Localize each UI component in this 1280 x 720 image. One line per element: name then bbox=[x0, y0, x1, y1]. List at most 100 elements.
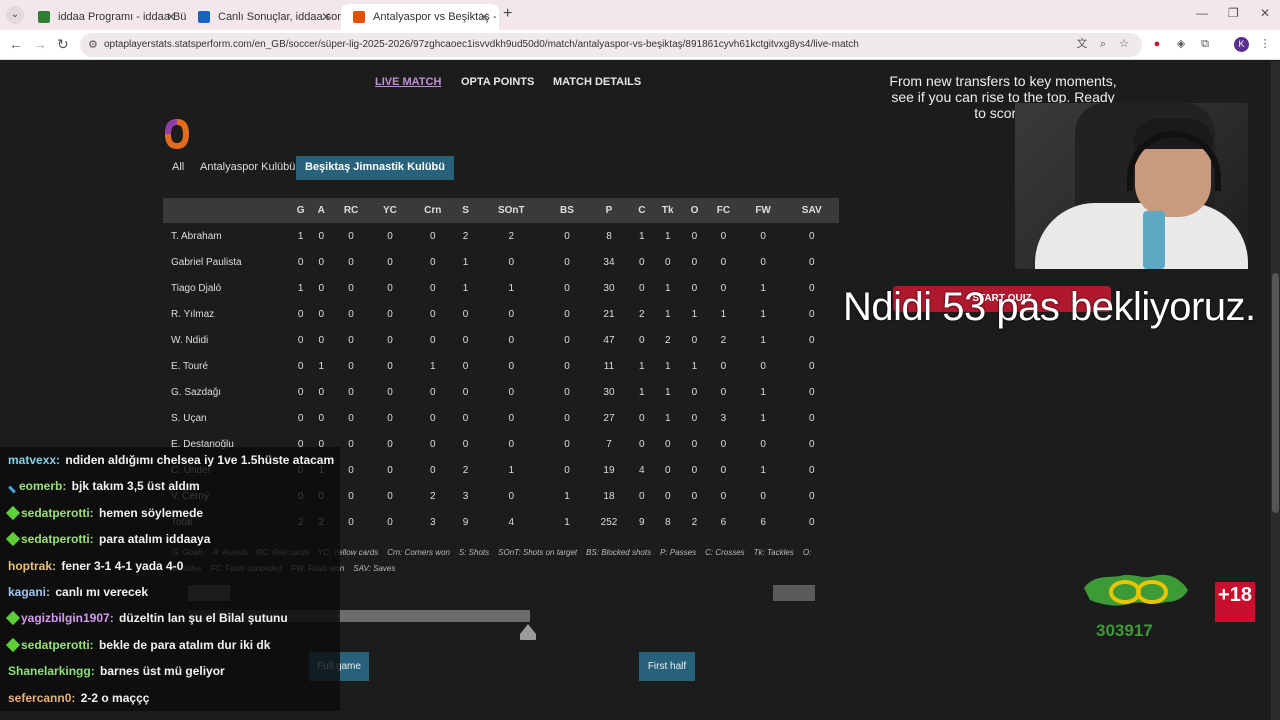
chat-message: sedatperotti: hemen söylemede bbox=[0, 499, 340, 527]
column-header[interactable]: P bbox=[586, 198, 632, 223]
stat-cell: 0 bbox=[387, 256, 393, 268]
address-bar[interactable]: ⚙ optaplayerstats.statsperform.com/en_GB… bbox=[80, 33, 1142, 57]
stat-cell: 0 bbox=[508, 308, 515, 320]
stat-cell: 0 bbox=[348, 282, 354, 294]
column-header[interactable]: SAV bbox=[784, 198, 839, 223]
legend-item: SAV: Saves bbox=[353, 564, 396, 573]
chat-username[interactable]: matvexx: bbox=[8, 453, 60, 467]
close-tab-icon[interactable]: ✕ bbox=[321, 10, 331, 24]
slider-right-box[interactable] bbox=[773, 585, 815, 601]
tab-antalyaspor-besiktas[interactable]: Antalyaspor vs Beşiktaş - 8 Nov ✕ bbox=[341, 4, 499, 30]
extensions-puzzle-icon[interactable]: ⧉ bbox=[1198, 37, 1212, 51]
column-header[interactable]: Crn bbox=[409, 198, 457, 223]
stat-cell: 0 bbox=[429, 464, 436, 476]
stat-cell: 1 bbox=[760, 412, 766, 424]
stat-cell: 0 bbox=[429, 230, 436, 242]
stat-cell: 0 bbox=[318, 230, 325, 242]
stat-cell: 0 bbox=[387, 360, 393, 372]
stat-cell: 0 bbox=[664, 438, 671, 450]
stat-cell: 0 bbox=[508, 334, 515, 346]
translate-icon[interactable]: 文 bbox=[1075, 37, 1089, 51]
column-header[interactable]: SOnT bbox=[474, 198, 548, 223]
column-header[interactable]: S bbox=[456, 198, 475, 223]
stat-cell: 2 bbox=[462, 464, 469, 476]
close-tab-icon[interactable]: ✕ bbox=[479, 10, 489, 24]
stat-cell: 4 bbox=[508, 516, 515, 528]
column-header[interactable]: A bbox=[311, 198, 332, 223]
new-tab-plus-icon[interactable]: + bbox=[503, 5, 512, 23]
chat-username[interactable]: Shanelarkingg: bbox=[8, 664, 95, 678]
column-header[interactable]: FC bbox=[705, 198, 742, 223]
filter-all[interactable]: All bbox=[168, 156, 188, 180]
filter-antalyaspor[interactable]: Antalyaspor Kulübü bbox=[196, 156, 299, 180]
chat-username[interactable]: yagizbilgin1907: bbox=[21, 611, 114, 625]
close-window-icon[interactable]: ✕ bbox=[1260, 6, 1270, 20]
stat-cell: 2 bbox=[664, 334, 671, 346]
time-slider-fill bbox=[338, 610, 530, 622]
browser-tab-bar: ⌄ iddaa Programı - iddaa Bülteni ✕ Canlı… bbox=[0, 0, 1280, 30]
nav-live-match[interactable]: LIVE MATCH bbox=[375, 76, 441, 88]
close-tab-icon[interactable]: ✕ bbox=[166, 10, 176, 24]
stat-cell: 0 bbox=[691, 464, 698, 476]
site-info-icon[interactable]: ⚙ bbox=[88, 38, 98, 51]
chat-username[interactable]: kagani: bbox=[8, 585, 50, 599]
zoom-icon[interactable]: ⌕ bbox=[1096, 37, 1110, 51]
age-rating-text: +18 bbox=[1218, 584, 1252, 606]
chat-username[interactable]: sefercann0: bbox=[8, 691, 75, 705]
restore-icon[interactable]: ❐ bbox=[1228, 6, 1239, 20]
nav-match-details[interactable]: MATCH DETAILS bbox=[553, 76, 641, 88]
stat-cell: 0 bbox=[429, 282, 436, 294]
chat-username[interactable]: sedatperotti: bbox=[21, 638, 94, 652]
scrollbar-thumb[interactable] bbox=[1272, 273, 1279, 513]
stat-cell: 0 bbox=[387, 386, 393, 398]
column-header[interactable]: O bbox=[683, 198, 706, 223]
column-header[interactable]: FW bbox=[741, 198, 785, 223]
stat-cell: 0 bbox=[387, 412, 393, 424]
stat-cell: 0 bbox=[808, 282, 815, 294]
screen: ⌄ iddaa Programı - iddaa Bülteni ✕ Canlı… bbox=[0, 0, 1280, 720]
page-scrollbar[interactable] bbox=[1271, 61, 1280, 720]
chat-username[interactable]: sedatperotti: bbox=[21, 506, 94, 520]
chat-username[interactable]: eomerb: bbox=[19, 479, 66, 493]
chat-message: eomerb: bjk takım 3,5 üst aldım bbox=[0, 473, 340, 500]
minimize-icon[interactable]: — bbox=[1196, 6, 1208, 20]
stat-cell: 0 bbox=[691, 490, 698, 502]
tab-search-chevron-icon[interactable]: ⌄ bbox=[6, 6, 24, 24]
column-header[interactable]: RC bbox=[331, 198, 371, 223]
stat-cell: 0 bbox=[348, 308, 354, 320]
chat-username[interactable]: hoptrak: bbox=[8, 559, 56, 573]
stat-cell: 0 bbox=[720, 282, 727, 294]
menu-dots-icon[interactable]: ⋮ bbox=[1258, 37, 1272, 51]
table-row: T. Abraham 1 0 0 0 0 2 2 0 8 1 1 0 0 0 0 bbox=[163, 223, 839, 249]
gem-icon bbox=[5, 505, 21, 520]
opera-extension-icon[interactable]: ● bbox=[1150, 37, 1164, 51]
stat-cell: 0 bbox=[691, 386, 698, 398]
column-header[interactable]: G bbox=[290, 198, 312, 223]
chat-text: barnes üst mü geliyor bbox=[96, 664, 225, 679]
column-header-player[interactable] bbox=[163, 198, 290, 223]
column-header[interactable]: YC bbox=[370, 198, 410, 223]
column-header[interactable]: BS bbox=[547, 198, 587, 223]
column-header[interactable]: C bbox=[631, 198, 652, 223]
first-half-button[interactable]: First half bbox=[639, 652, 695, 681]
nav-opta-points[interactable]: OPTA POINTS bbox=[461, 76, 534, 88]
back-arrow-icon[interactable]: ← bbox=[9, 36, 23, 52]
tab-iddaa-program[interactable]: iddaa Programı - iddaa Bülteni ✕ bbox=[26, 4, 186, 30]
stat-cell: 1 bbox=[760, 464, 766, 476]
tab-canli-sonuclar[interactable]: Canlı Sonuçlar, iddaa sonuçları ✕ bbox=[186, 4, 341, 30]
profile-avatar[interactable]: K bbox=[1234, 37, 1249, 52]
stat-cell: 0 bbox=[564, 360, 570, 372]
filter-besiktas[interactable]: Beşiktaş Jimnastik Kulübü bbox=[296, 156, 454, 180]
bookmark-star-icon[interactable]: ☆ bbox=[1117, 37, 1131, 51]
chat-username[interactable]: sedatperotti: bbox=[21, 532, 94, 546]
column-header[interactable]: Tk bbox=[651, 198, 684, 223]
stat-cell: 2 bbox=[639, 308, 645, 320]
time-slider-handle[interactable] bbox=[520, 624, 536, 634]
shield-extension-icon[interactable]: ◈ bbox=[1174, 37, 1188, 51]
reload-icon[interactable]: ↻ bbox=[57, 36, 69, 53]
time-slider-handle-base[interactable] bbox=[520, 634, 536, 640]
gem-icon bbox=[5, 637, 21, 652]
forward-arrow-icon[interactable]: → bbox=[33, 36, 47, 52]
legend-item: C: Crosses bbox=[705, 548, 745, 557]
url-text: optaplayerstats.statsperform.com/en_GB/s… bbox=[104, 39, 859, 50]
